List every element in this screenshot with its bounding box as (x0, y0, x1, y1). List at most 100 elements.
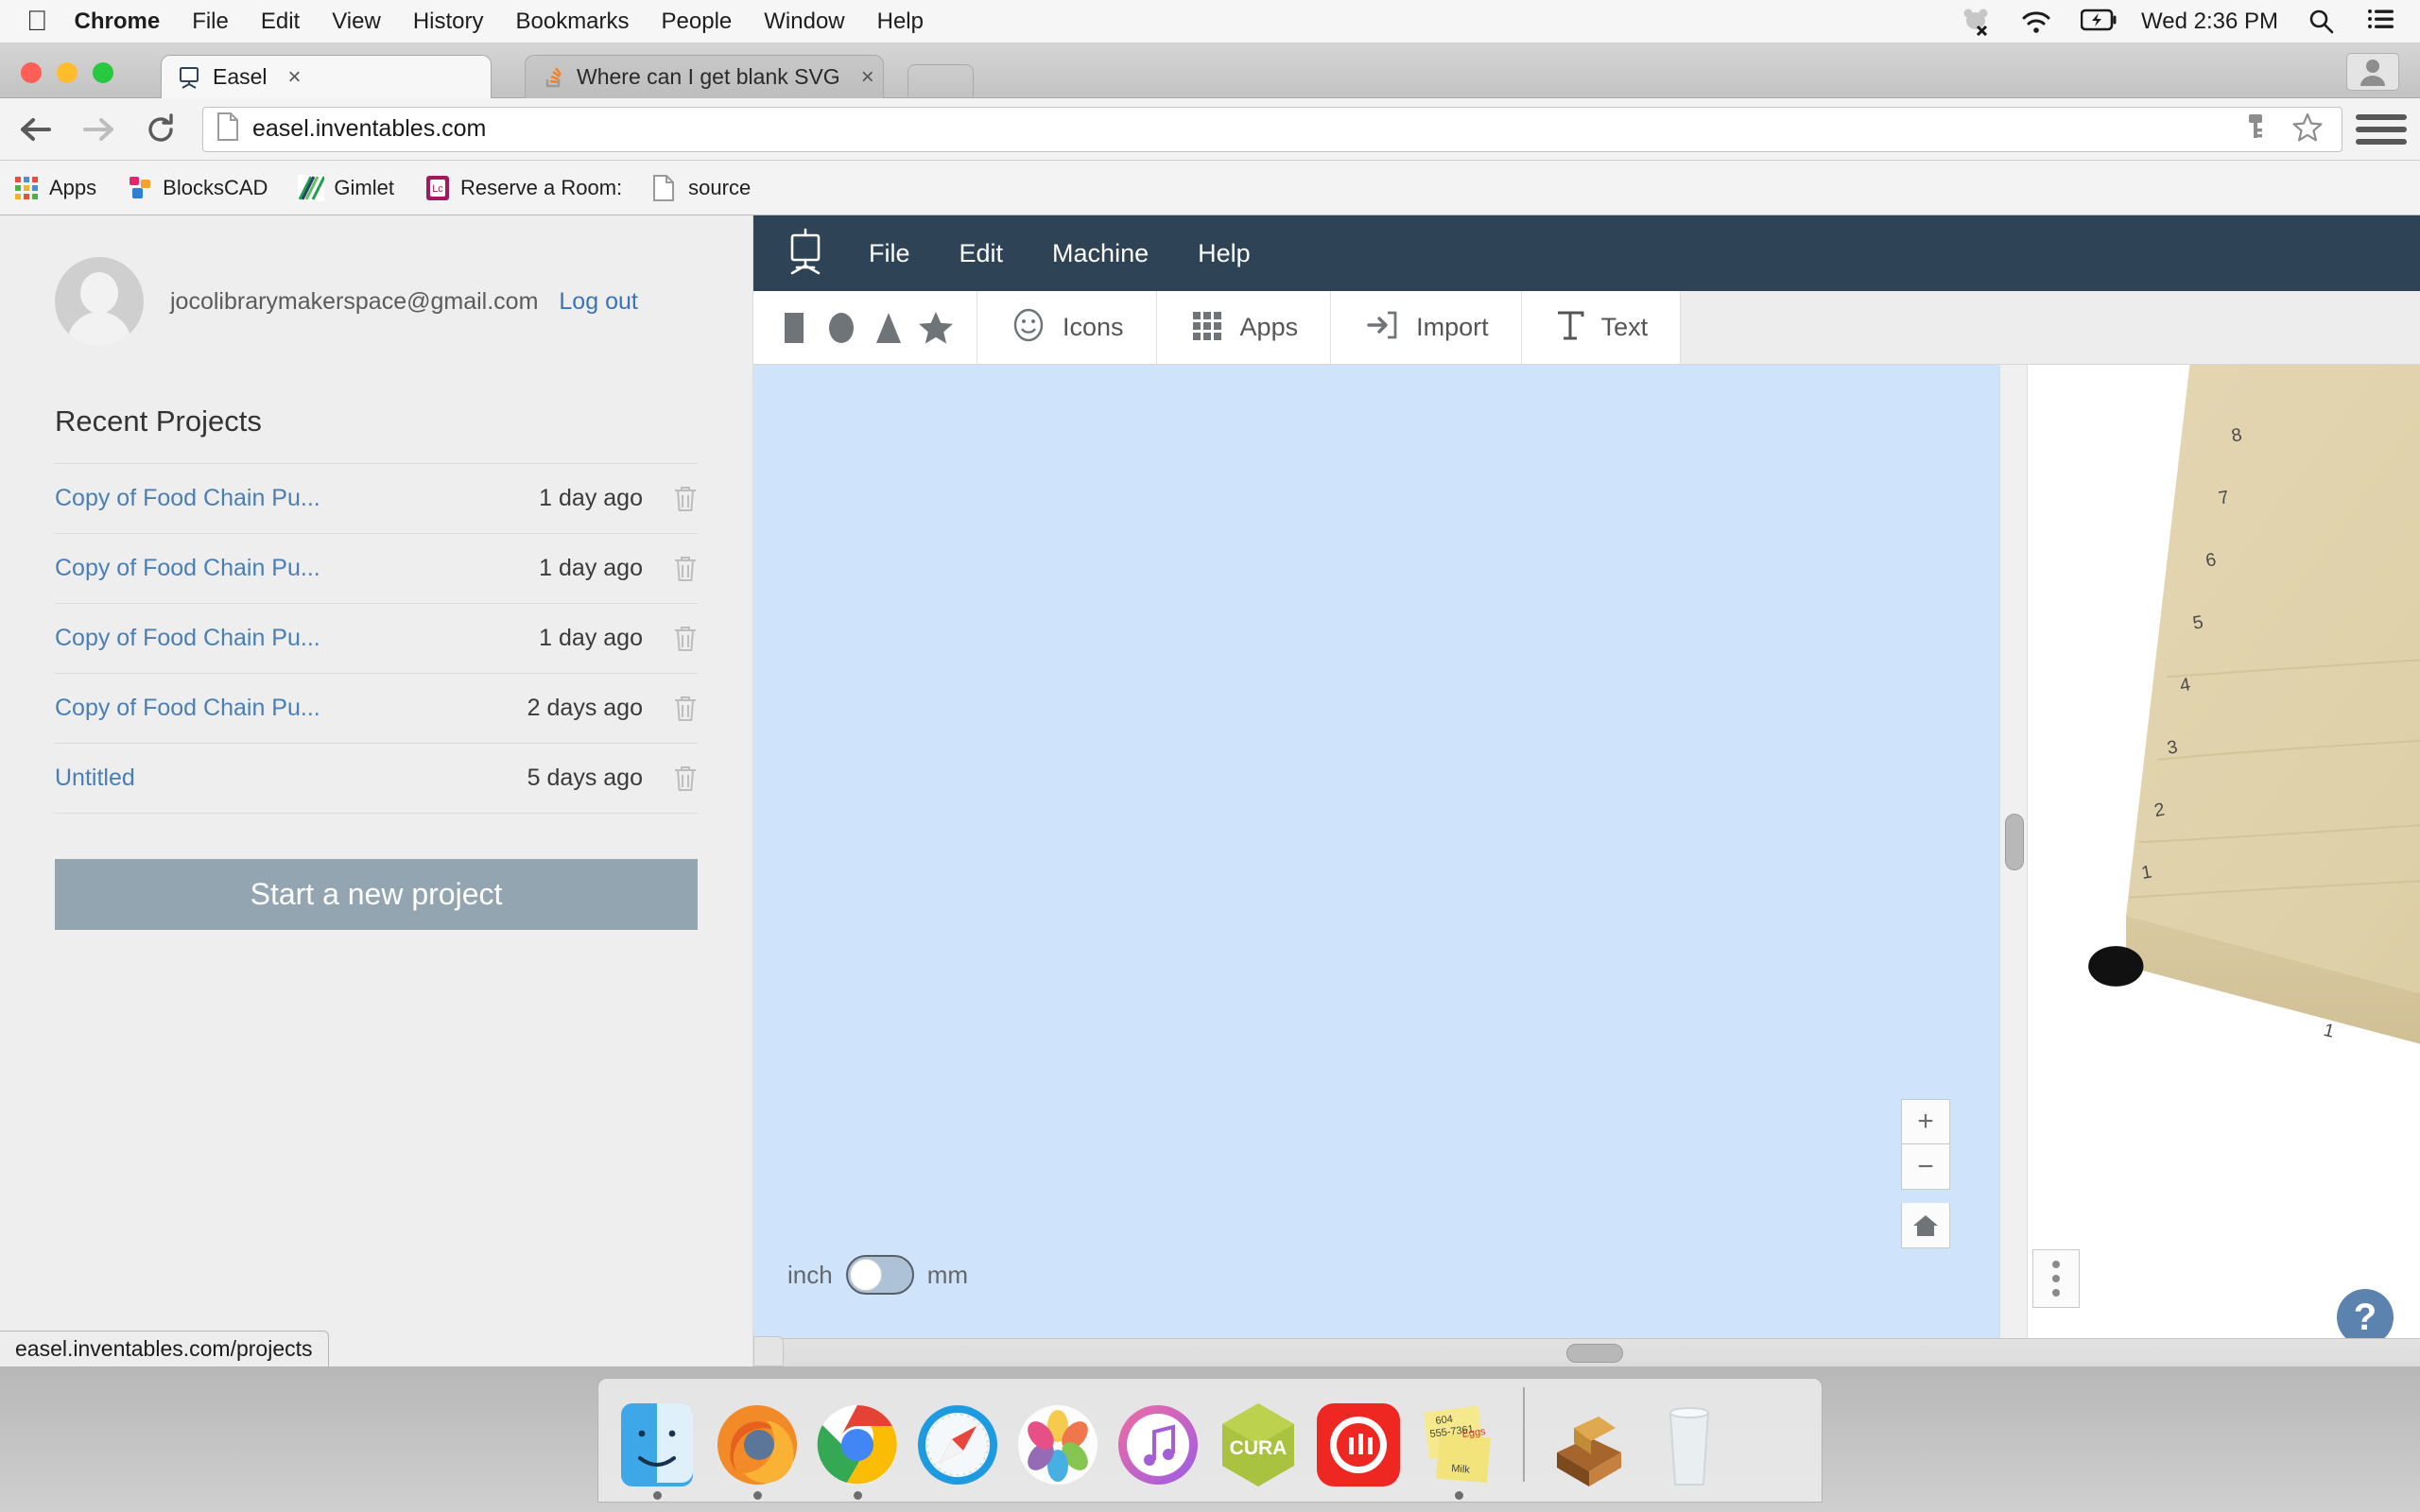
menu-item-file[interactable]: File (192, 9, 229, 35)
bookmark-apps[interactable]: Apps (13, 175, 96, 201)
icons-tool-group: Icons (977, 291, 1157, 364)
dock-item-stickies[interactable]: 604 555-7361 Eggs Milk (1413, 1400, 1504, 1500)
apps-button[interactable]: Apps (1174, 291, 1314, 364)
smiley-face-icon (1010, 306, 1047, 349)
origin-point-icon (2088, 946, 2144, 987)
menu-item-history[interactable]: History (413, 9, 484, 35)
menu-item-people[interactable]: People (662, 9, 733, 35)
import-button[interactable]: Import (1348, 291, 1504, 364)
bookmark-gimlet[interactable]: Gimlet (298, 174, 394, 201)
apple-logo-icon[interactable]:  (26, 7, 48, 36)
tab-easel[interactable]: Easel × (161, 55, 492, 98)
square-shape-icon[interactable] (770, 310, 818, 346)
easel-stand-icon[interactable] (780, 228, 831, 279)
bookmark-reserve-a-room[interactable]: Lc Reserve a Room: (424, 175, 622, 201)
dock-item-chrome[interactable] (812, 1400, 903, 1500)
menu-item-bookmarks[interactable]: Bookmarks (515, 9, 629, 35)
trash-icon[interactable] (643, 555, 698, 583)
profile-avatar-icon[interactable] (2346, 53, 2399, 91)
battery-charging-icon[interactable] (2080, 8, 2117, 36)
chrome-menu-icon[interactable] (2356, 113, 2407, 145)
bookmark-source[interactable]: source (652, 174, 751, 201)
cura-label: CURA (1230, 1437, 1288, 1459)
unit-switch[interactable] (845, 1255, 914, 1295)
list-item[interactable]: Copy of Food Chain Pu... 1 day ago (55, 464, 698, 534)
reload-icon[interactable] (134, 103, 187, 156)
bear-disabled-icon[interactable] (1960, 8, 1992, 36)
menu-item-chrome[interactable]: Chrome (75, 9, 161, 35)
bookmark-star-icon[interactable] (2292, 112, 2323, 146)
easel-projects-page: jocolibrarymakerspace@gmail.com Log out … (0, 215, 2420, 1366)
menu-item-edit[interactable]: Edit (261, 9, 300, 35)
back-arrow-icon[interactable] (9, 103, 62, 156)
text-button[interactable]: Text (1539, 291, 1664, 364)
star-shape-icon[interactable] (912, 310, 959, 346)
units-toggle[interactable]: inch mm (787, 1255, 968, 1295)
close-icon[interactable]: × (861, 64, 874, 91)
wifi-icon[interactable] (2020, 8, 2052, 36)
project-name-link[interactable]: Copy of Food Chain Pu... (55, 695, 527, 722)
address-bar-url[interactable]: easel.inventables.com (252, 115, 486, 143)
project-name-link[interactable]: Copy of Food Chain Pu... (55, 485, 539, 512)
notification-center-icon[interactable] (2367, 8, 2399, 36)
zoom-out-button[interactable]: − (1901, 1144, 1950, 1190)
menu-bar-clock[interactable]: Wed 2:36 PM (2141, 9, 2278, 35)
more-options-icon[interactable] (2032, 1249, 2080, 1308)
easel-workspace: inch mm + − 1 2 3 4 5 6 7 8 1 ? (753, 365, 2420, 1366)
trash-icon[interactable] (643, 695, 698, 723)
easel-menu-help[interactable]: Help (1198, 239, 1251, 268)
bookmark-blockscad[interactable]: BlocksCAD (127, 175, 268, 201)
password-key-icon[interactable] (2243, 112, 2268, 146)
home-icon[interactable] (1901, 1203, 1950, 1248)
dock-item-safari[interactable] (912, 1400, 1003, 1490)
dock-item-photos[interactable] (1012, 1400, 1103, 1490)
design-canvas[interactable]: inch mm + − (753, 365, 1999, 1338)
dock-item-trash[interactable] (1644, 1400, 1735, 1490)
menu-item-window[interactable]: Window (764, 9, 844, 35)
dock-item-makerbot[interactable] (1313, 1400, 1404, 1490)
easel-menu-edit[interactable]: Edit (959, 239, 1004, 268)
scrollbar-thumb[interactable] (1566, 1344, 1623, 1363)
apps-tool-group: Apps (1157, 291, 1332, 364)
tab-stackoverflow[interactable]: Where can I get blank SVG × (525, 55, 884, 98)
list-item[interactable]: Copy of Food Chain Pu... 1 day ago (55, 534, 698, 604)
material-3d-preview[interactable]: 1 2 3 4 5 6 7 8 1 (2029, 365, 2420, 1338)
circle-shape-icon[interactable] (818, 310, 865, 346)
start-new-project-button[interactable]: Start a new project (55, 859, 698, 930)
forward-arrow-icon[interactable] (72, 103, 125, 156)
list-item[interactable]: Copy of Food Chain Pu... 2 days ago (55, 674, 698, 744)
trash-icon[interactable] (643, 485, 698, 513)
project-name-link[interactable]: Copy of Food Chain Pu... (55, 625, 539, 652)
chrome-browser-window: Easel × Where can I get blank SVG × ease… (0, 43, 2420, 1366)
help-button[interactable]: ? (2337, 1289, 2394, 1346)
spotlight-search-icon[interactable] (2307, 8, 2339, 36)
trash-icon[interactable] (643, 765, 698, 793)
page-horizontal-scrollbar[interactable] (753, 1338, 2420, 1366)
close-icon[interactable]: × (288, 64, 302, 91)
dock-item-finder[interactable] (612, 1400, 702, 1500)
easel-menu-machine[interactable]: Machine (1052, 239, 1149, 268)
scrollbar-thumb[interactable] (2005, 814, 2024, 870)
dock-item-firefox[interactable] (712, 1400, 803, 1500)
new-tab-button[interactable] (908, 64, 974, 96)
zoom-window-button[interactable] (93, 62, 113, 83)
list-item[interactable]: Copy of Food Chain Pu... 1 day ago (55, 604, 698, 674)
menu-item-view[interactable]: View (332, 9, 381, 35)
address-bar[interactable]: easel.inventables.com (202, 106, 2342, 152)
easel-menu-file[interactable]: File (869, 239, 910, 268)
logout-link[interactable]: Log out (559, 288, 637, 316)
project-name-link[interactable]: Copy of Food Chain Pu... (55, 555, 539, 582)
triangle-shape-icon[interactable] (865, 310, 912, 346)
close-window-button[interactable] (21, 62, 42, 83)
list-item[interactable]: Untitled 5 days ago (55, 744, 698, 814)
trash-icon[interactable] (643, 625, 698, 653)
dock-item-downloads[interactable] (1544, 1400, 1634, 1490)
icons-button[interactable]: Icons (994, 291, 1139, 364)
project-name-link[interactable]: Untitled (55, 765, 527, 792)
zoom-in-button[interactable]: + (1901, 1099, 1950, 1144)
canvas-vertical-scrollbar[interactable] (1999, 365, 2028, 1338)
dock-item-itunes[interactable] (1113, 1400, 1203, 1490)
dock-item-cura[interactable]: CURA (1213, 1400, 1304, 1490)
minimize-window-button[interactable] (57, 62, 78, 83)
menu-item-help[interactable]: Help (877, 9, 924, 35)
